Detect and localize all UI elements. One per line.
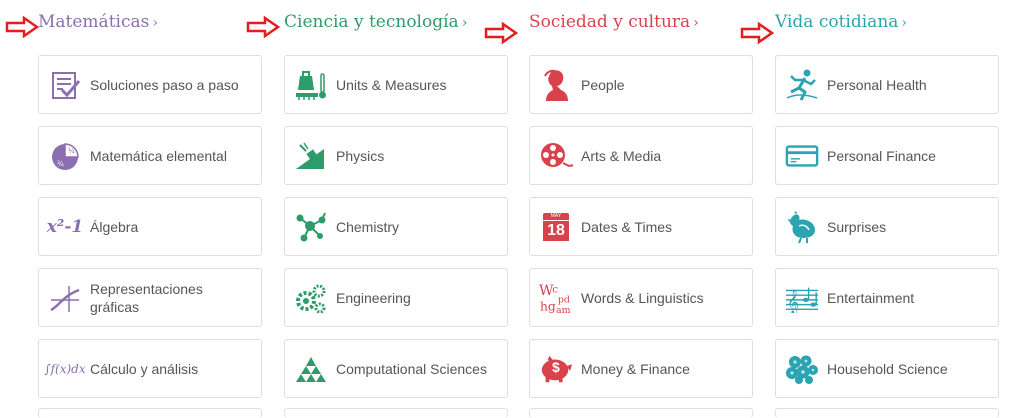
- card-algebra[interactable]: x²-1 Álgebra: [38, 197, 262, 256]
- runner-icon: [785, 68, 819, 102]
- card-label: Surprises: [827, 218, 887, 235]
- card-words-linguistics[interactable]: W c hg pd am Words & Linguistics: [529, 268, 753, 327]
- red-arrow-icon: [484, 22, 518, 44]
- svg-text:c: c: [552, 283, 558, 295]
- card-label: People: [581, 76, 625, 93]
- heading-matematicas[interactable]: Matemáticas ›: [38, 12, 158, 32]
- heading-sociedad-cultura[interactable]: Sociedad y cultura ›: [529, 12, 699, 32]
- cells-icon: [785, 352, 819, 386]
- card-computational-sciences[interactable]: Computational Sciences: [284, 339, 508, 398]
- calendar-icon: MAY 18: [539, 210, 573, 244]
- card-dates-times[interactable]: MAY 18 Dates & Times: [529, 197, 753, 256]
- card-label: Personal Finance: [827, 147, 936, 164]
- integral-icon: ∫f(x)dx: [44, 361, 86, 376]
- svg-text:am: am: [556, 305, 571, 315]
- card-label: Words & Linguistics: [581, 289, 704, 306]
- letters-icon: W c hg pd am: [539, 281, 573, 315]
- chevron-right-icon: ›: [901, 15, 908, 31]
- card-label: Álgebra: [90, 218, 139, 235]
- card-label: Computational Sciences: [336, 360, 487, 377]
- card-label: Representaciones gráficas: [90, 280, 203, 315]
- red-arrow-icon: [5, 16, 39, 38]
- card-label: Units & Measures: [336, 76, 447, 93]
- chevron-right-icon: ›: [461, 15, 468, 31]
- card-label: Money & Finance: [581, 360, 690, 377]
- card-units-measures[interactable]: Units & Measures: [284, 55, 508, 114]
- card-engineering[interactable]: Engineering: [284, 268, 508, 327]
- card-label: Chemistry: [336, 218, 400, 235]
- gears-icon: [294, 281, 328, 315]
- card-chemistry[interactable]: Chemistry: [284, 197, 508, 256]
- card-label: Matemática elemental: [90, 147, 227, 164]
- card-personal-health[interactable]: Personal Health: [775, 55, 999, 114]
- music-staff-icon: 𝄞: [785, 281, 819, 315]
- dollar-sign: $: [552, 358, 560, 375]
- card-calculo-y-analisis[interactable]: ∫f(x)dx Cálculo y análisis: [38, 339, 262, 398]
- graph-icon: [48, 281, 82, 315]
- card-label: Entertainment: [827, 289, 915, 306]
- red-arrow-icon: [246, 16, 280, 38]
- svg-text:𝄞: 𝄞: [787, 289, 799, 313]
- credit-card-icon: [785, 139, 819, 173]
- heading-ciencia-tecnologia[interactable]: Ciencia y tecnología ›: [284, 12, 467, 32]
- card-physics[interactable]: Physics: [284, 126, 508, 185]
- card-label: Household Science: [827, 360, 948, 377]
- svg-text:¾: ¾: [57, 160, 64, 168]
- heading-label: Matemáticas: [38, 12, 150, 32]
- calendar-month: MAY: [543, 212, 569, 220]
- chicken-icon: [785, 210, 819, 244]
- film-reel-icon: [539, 139, 573, 173]
- sierpinski-icon: [294, 352, 328, 386]
- checklist-icon: [48, 68, 82, 102]
- algebra-icon: x²-1: [46, 216, 84, 237]
- chevron-right-icon: ›: [152, 15, 158, 31]
- person-bust-icon: [539, 68, 573, 102]
- svg-text:hg: hg: [540, 299, 556, 313]
- svg-text:¼: ¼: [68, 147, 75, 155]
- heading-vida-cotidiana[interactable]: Vida cotidiana ›: [775, 12, 907, 32]
- card-surprises[interactable]: Surprises: [775, 197, 999, 256]
- card-label: Dates & Times: [581, 218, 673, 235]
- card-matematica-elemental[interactable]: ¼ ¾ Matemática elemental: [38, 126, 262, 185]
- physics-ramp-icon: [294, 139, 328, 173]
- card-label: Cálculo y análisis: [90, 360, 199, 377]
- molecule-icon: [294, 210, 328, 244]
- card-arts-media[interactable]: Arts & Media: [529, 126, 753, 185]
- card-label: Personal Health: [827, 76, 927, 93]
- card-label: Engineering: [336, 289, 411, 306]
- card-label: Arts & Media: [581, 147, 662, 164]
- heading-label: Sociedad y cultura: [529, 12, 691, 32]
- card-people[interactable]: People: [529, 55, 753, 114]
- card-soluciones-paso-a-paso[interactable]: Soluciones paso a paso: [38, 55, 262, 114]
- card-representaciones-graficas[interactable]: Representaciones gráficas: [38, 268, 262, 327]
- calendar-day: 18: [543, 220, 569, 241]
- card-personal-finance[interactable]: Personal Finance: [775, 126, 999, 185]
- scale-thermometer-icon: [294, 68, 328, 102]
- red-arrow-icon: [740, 22, 774, 44]
- card-household-science[interactable]: Household Science: [775, 339, 999, 398]
- card-label: Soluciones paso a paso: [90, 76, 239, 93]
- card-label: Physics: [336, 147, 385, 164]
- card-entertainment[interactable]: 𝄞 Entertainment: [775, 268, 999, 327]
- heading-label: Vida cotidiana: [775, 12, 899, 32]
- chevron-right-icon: ›: [693, 15, 699, 31]
- svg-text:pd: pd: [558, 294, 570, 305]
- piggy-bank-icon: $: [539, 352, 573, 386]
- fraction-pie-icon: ¼ ¾: [48, 139, 82, 173]
- card-money-finance[interactable]: $ Money & Finance: [529, 339, 753, 398]
- heading-label: Ciencia y tecnología: [284, 12, 459, 32]
